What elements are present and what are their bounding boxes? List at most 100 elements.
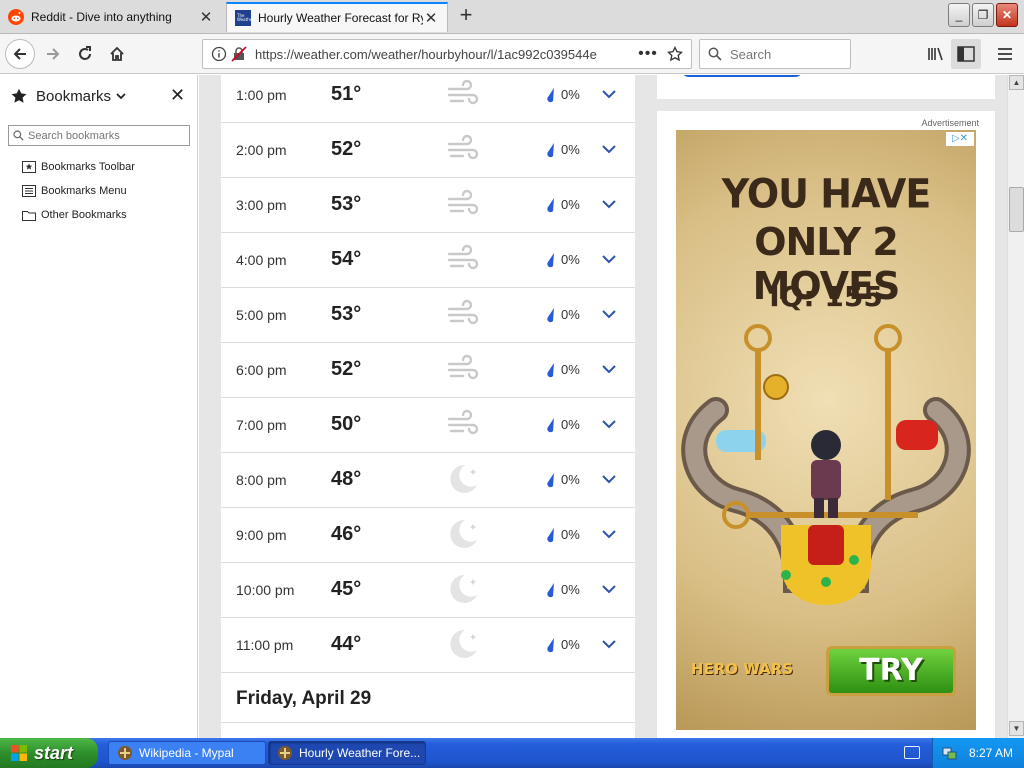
card-action-button[interactable] <box>681 75 803 77</box>
clock[interactable]: 8:27 AM <box>969 746 1013 760</box>
taskbar-item-wikipedia[interactable]: Wikipedia - Mypal <box>108 741 266 765</box>
search-icon <box>13 130 24 141</box>
forecast-precip: 0% <box>561 582 580 597</box>
network-icon[interactable] <box>941 745 957 761</box>
tab-weather[interactable]: TheWeather Hourly Weather Forecast for R… <box>226 2 448 32</box>
back-button[interactable] <box>5 39 35 69</box>
precip-drop-icon <box>547 88 554 103</box>
forecast-row-5[interactable]: 6:00 pm 52° 0% <box>221 343 635 398</box>
chevron-down-icon[interactable] <box>601 583 617 595</box>
sidebar-item-bookmarks-menu[interactable]: Bookmarks Menu <box>22 183 127 199</box>
day-heading: Friday, April 29 <box>236 688 372 709</box>
sidebar-item-other-bookmarks[interactable]: Other Bookmarks <box>22 207 127 223</box>
close-window-icon[interactable]: ✕ <box>996 3 1018 27</box>
precip-drop-icon <box>547 198 554 213</box>
chevron-down-icon[interactable] <box>601 143 617 155</box>
restore-icon[interactable]: ❐ <box>972 3 994 27</box>
precip-drop-icon <box>547 638 554 653</box>
hourly-forecast-list: 1:00 pm 51° 0% 2:00 pm 52° 0% 3:00 pm 53… <box>221 75 635 738</box>
chevron-down-icon[interactable] <box>601 473 617 485</box>
sidebar-item-bookmarks-toolbar[interactable]: Bookmarks Toolbar <box>22 159 135 175</box>
forward-button[interactable] <box>38 39 68 69</box>
forecast-time: 10:00 pm <box>236 582 295 598</box>
taskbar-item-weather[interactable]: Hourly Weather Fore... <box>268 741 426 765</box>
screen: Reddit - Dive into anything ✕ TheWeather… <box>0 0 1024 768</box>
forecast-row-7[interactable]: 8:00 pm 48° 0% <box>221 453 635 508</box>
chevron-down-icon[interactable] <box>601 363 617 375</box>
minimize-icon[interactable]: _ <box>948 3 970 27</box>
close-tab-icon[interactable]: ✕ <box>423 9 439 27</box>
start-button[interactable]: start <box>0 738 98 768</box>
ellipsis-icon[interactable]: ••• <box>635 45 661 63</box>
chevron-down-icon[interactable] <box>601 253 617 265</box>
wind-icon <box>447 299 479 325</box>
forecast-temp: 54° <box>331 248 362 270</box>
library-button[interactable] <box>920 39 950 69</box>
reload-button[interactable] <box>70 39 100 69</box>
chevron-down-icon[interactable] <box>601 88 617 100</box>
ad-iq-text: IQ: 155 <box>769 280 883 313</box>
sidebar-title: Bookmarks <box>36 87 112 105</box>
start-label: start <box>34 742 74 763</box>
new-tab-button[interactable]: + <box>454 4 478 28</box>
forecast-precip: 0% <box>561 87 580 102</box>
forecast-row-1[interactable]: 2:00 pm 52° 0% <box>221 123 635 178</box>
forecast-row-4[interactable]: 5:00 pm 53° 0% <box>221 288 635 343</box>
address-bar[interactable]: https://weather.com/weather/hourbyhour/l… <box>202 39 692 69</box>
menu-button[interactable] <box>990 39 1020 69</box>
taskbar-item-label: Hourly Weather Fore... <box>299 746 421 760</box>
puzzle-illustration <box>681 324 971 605</box>
precip-drop-icon <box>547 583 554 598</box>
ad-label: Advertisement <box>921 118 979 128</box>
url-text[interactable]: https://weather.com/weather/hourbyhour/l… <box>255 47 635 62</box>
tab-reddit[interactable]: Reddit - Dive into anything ✕ <box>0 2 222 32</box>
insecure-lock-icon[interactable] <box>231 46 247 62</box>
page-content: 1:00 pm 51° 0% 2:00 pm 52° 0% 3:00 pm 53… <box>199 75 1007 738</box>
system-tray: 8:27 AM <box>932 738 1024 768</box>
window-controls: _ ❐ ✕ <box>948 3 1018 27</box>
forecast-row-9[interactable]: 10:00 pm 45° 0% <box>221 563 635 618</box>
library-icon <box>928 47 943 61</box>
home-button[interactable] <box>102 39 132 69</box>
star-icon[interactable] <box>667 46 683 62</box>
ad-try-button[interactable]: TRY <box>826 646 956 696</box>
bookmarks-sidebar: Bookmarks ✕ Search bookmarks Bookmarks T… <box>0 75 198 738</box>
weather-channel-icon: TheWeather <box>235 10 251 26</box>
forecast-row-10[interactable]: 11:00 pm 44° 0% <box>221 618 635 673</box>
ad-banner[interactable]: ▷✕ YOU HAVE ONLY 2 MOVES IQ: 155 HERO WA… <box>676 130 976 730</box>
sidebar-header[interactable]: Bookmarks <box>10 87 126 105</box>
bookmarks-search-input[interactable]: Search bookmarks <box>8 125 190 146</box>
scroll-up-icon[interactable]: ▲ <box>1009 75 1024 90</box>
forecast-temp: 50° <box>331 413 362 435</box>
chevron-down-icon[interactable] <box>601 638 617 650</box>
forecast-precip: 0% <box>561 252 580 267</box>
keyboard-icon[interactable] <box>904 746 920 759</box>
chevron-down-icon[interactable] <box>601 528 617 540</box>
vertical-scrollbar[interactable]: ▲ ▼ <box>1007 75 1024 738</box>
info-icon[interactable] <box>211 46 227 62</box>
forecast-row-6[interactable]: 7:00 pm 50° 0% <box>221 398 635 453</box>
chevron-down-icon[interactable] <box>601 198 617 210</box>
chevron-down-icon[interactable] <box>601 418 617 430</box>
close-sidebar-icon[interactable]: ✕ <box>170 85 185 106</box>
scroll-down-icon[interactable]: ▼ <box>1009 721 1024 736</box>
forecast-precip: 0% <box>561 362 580 377</box>
back-arrow-icon <box>13 48 26 60</box>
chevron-down-icon[interactable] <box>601 308 617 320</box>
ad-choices-icon[interactable]: ▷✕ <box>946 132 974 146</box>
forecast-row-2[interactable]: 3:00 pm 53° 0% <box>221 178 635 233</box>
precip-drop-icon <box>547 308 554 323</box>
taskbar-item-label: Wikipedia - Mypal <box>139 746 234 760</box>
forecast-row-3[interactable]: 4:00 pm 54° 0% <box>221 233 635 288</box>
sidebar-toggle-button[interactable] <box>951 39 981 69</box>
search-bar[interactable]: Search <box>699 39 851 69</box>
forecast-row-8[interactable]: 9:00 pm 46° 0% <box>221 508 635 563</box>
forecast-row-0[interactable]: 1:00 pm 51° 0% <box>221 75 635 123</box>
menu-list-icon <box>22 185 36 197</box>
close-tab-icon[interactable]: ✕ <box>198 8 214 26</box>
tab-title: Reddit - Dive into anything <box>31 10 172 24</box>
forecast-precip: 0% <box>561 472 580 487</box>
forecast-temp: 52° <box>331 138 362 160</box>
scroll-thumb[interactable] <box>1009 187 1024 232</box>
mypal-icon <box>278 746 292 760</box>
